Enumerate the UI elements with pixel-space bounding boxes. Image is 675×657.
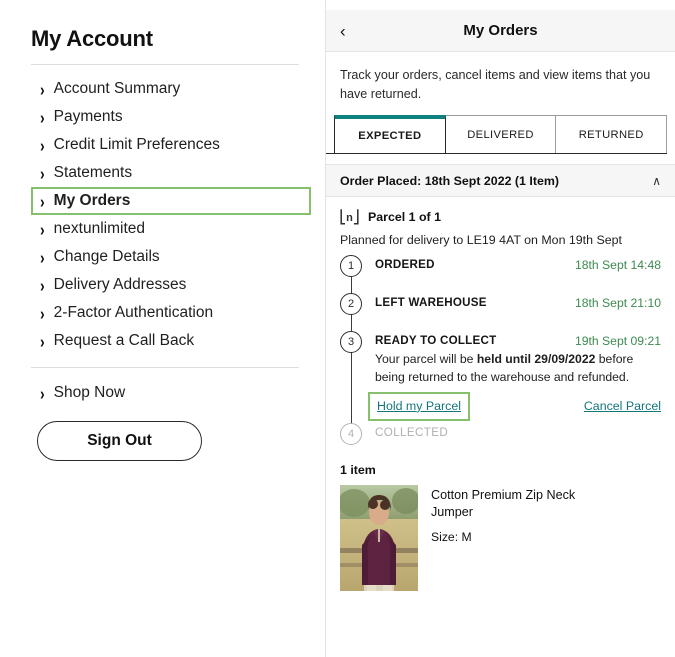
- parcel-header: n Parcel 1 of 1: [340, 208, 661, 225]
- sidebar-item-label: nextunlimited: [53, 220, 145, 237]
- tab-label: RETURNED: [578, 128, 644, 141]
- list-item[interactable]: Cotton Premium Zip Neck Jumper Size: M: [340, 484, 661, 591]
- sidebar-item-label: 2-Factor Authentication: [53, 304, 214, 321]
- sidebar-item-statements[interactable]: › Statements: [31, 159, 311, 187]
- sidebar-item-label: Account Summary: [53, 80, 181, 97]
- product-thumbnail[interactable]: [340, 484, 418, 591]
- sidebar-item-label: My Orders: [53, 192, 131, 209]
- sign-out-button[interactable]: Sign Out: [37, 421, 202, 461]
- step-label: ORDERED: [375, 258, 435, 272]
- order-items-section: 1 item Cotton Premium Zip Neck Jumper Si…: [326, 461, 675, 591]
- chevron-right-icon: ›: [40, 247, 45, 267]
- note-prefix: Your parcel will be: [375, 352, 477, 367]
- orders-tabs: EXPECTED DELIVERED RETURNED: [326, 115, 675, 154]
- sidebar-divider-bottom: [31, 367, 299, 368]
- chevron-right-icon: ›: [40, 275, 45, 295]
- tab-label: DELIVERED: [467, 128, 534, 141]
- sidebar-item-nextunlimited[interactable]: › nextunlimited: [31, 215, 311, 243]
- sidebar-item-payments[interactable]: › Payments: [31, 103, 311, 131]
- app-root: My Account › Account Summary › Payments › Cre…: [0, 0, 675, 657]
- note-bold: held until 29/09/2022: [476, 352, 596, 367]
- panel-title: My Orders: [463, 22, 538, 39]
- tab-expected[interactable]: EXPECTED: [334, 115, 446, 154]
- product-info: Cotton Premium Zip Neck Jumper Size: M: [431, 485, 606, 591]
- hold-note-text: Your parcel will be held until 29/09/202…: [375, 351, 661, 386]
- timeline-step-collected: 4 COLLECTED: [340, 422, 661, 461]
- step-number-badge: 4: [340, 422, 362, 445]
- tabs-baseline: [326, 153, 667, 155]
- chevron-right-icon: ›: [40, 191, 45, 211]
- next-brand-icon: n: [340, 208, 359, 225]
- sidebar-item-label: Credit Limit Preferences: [53, 136, 220, 153]
- chevron-right-icon: ›: [40, 383, 45, 403]
- sidebar-item-change-details[interactable]: › Change Details: [31, 243, 311, 271]
- sidebar-item-label: Change Details: [53, 248, 160, 265]
- sidebar-item-label: Payments: [53, 108, 123, 125]
- svg-text:n: n: [346, 212, 353, 224]
- parcel-block: n Parcel 1 of 1 Planned for delivery to …: [326, 197, 675, 461]
- tab-returned[interactable]: RETURNED: [555, 115, 668, 154]
- chevron-right-icon: ›: [40, 79, 45, 99]
- order-accordion-header[interactable]: Order Placed: 18th Sept 2022 (1 Item) ∧: [326, 164, 675, 198]
- parcel-label: Parcel 1 of 1: [368, 209, 442, 224]
- hold-my-parcel-link[interactable]: Hold my Parcel: [377, 399, 461, 413]
- tracking-timeline: 1 ORDERED 18th Sept 14:48 2 LEFT WAREHOUSE 18…: [340, 255, 661, 461]
- chevron-right-icon: ›: [40, 163, 45, 183]
- my-orders-panel: ‹ My Orders Track your orders, cancel it…: [325, 0, 675, 657]
- tab-delivered[interactable]: DELIVERED: [444, 115, 557, 154]
- sidebar-item-2-factor-authentication[interactable]: › 2-Factor Authentication: [31, 299, 311, 327]
- step-timestamp: 19th Sept 09:21: [574, 334, 661, 349]
- back-arrow-icon[interactable]: ‹: [340, 22, 346, 39]
- planned-delivery-text: Planned for delivery to LE19 4AT on Mon …: [340, 233, 622, 248]
- step-timestamp: 18th Sept 21:10: [574, 296, 661, 311]
- sidebar-item-my-orders[interactable]: › My Orders: [31, 187, 311, 215]
- panel-intro-text: Track your orders, cancel items and view…: [340, 68, 651, 101]
- sidebar-item-label: Request a Call Back: [53, 332, 195, 349]
- product-size: Size: M: [431, 529, 472, 544]
- sidebar-item-request-a-call-back[interactable]: › Request a Call Back: [31, 327, 311, 355]
- sidebar-item-shop-now[interactable]: › Shop Now: [31, 379, 311, 407]
- page-title: My Account: [31, 26, 153, 51]
- account-nav-list: › Account Summary › Payments › Credit Limit P…: [31, 75, 311, 355]
- step-timestamp: 18th Sept 14:48: [574, 258, 661, 273]
- sidebar-item-label: Delivery Addresses: [53, 276, 187, 293]
- items-count-label: 1 item: [340, 462, 376, 477]
- step-label: READY TO COLLECT: [375, 334, 497, 348]
- chevron-right-icon: ›: [40, 331, 45, 351]
- sidebar-item-account-summary[interactable]: › Account Summary: [31, 75, 311, 103]
- sidebar-item-delivery-addresses[interactable]: › Delivery Addresses: [31, 271, 311, 299]
- account-sidebar: My Account › Account Summary › Payments › Cre…: [0, 0, 325, 657]
- step-label: LEFT WAREHOUSE: [375, 296, 487, 310]
- sidebar-item-label: Shop Now: [53, 384, 126, 401]
- timeline-step-ready-to-collect: 3 READY TO COLLECT 19th Sept 09:21 Your par…: [340, 331, 661, 421]
- panel-header: ‹ My Orders: [326, 10, 675, 52]
- timeline-step-left-warehouse: 2 LEFT WAREHOUSE 18th Sept 21:10: [340, 293, 661, 331]
- sidebar-item-label: Statements: [53, 164, 133, 181]
- chevron-right-icon: ›: [40, 135, 45, 155]
- product-name: Cotton Premium Zip Neck Jumper: [431, 487, 576, 519]
- chevron-right-icon: ›: [40, 219, 45, 239]
- step-number-badge: 1: [340, 255, 362, 278]
- cancel-parcel-link[interactable]: Cancel Parcel: [584, 399, 661, 413]
- chevron-right-icon: ›: [40, 303, 45, 323]
- tab-label: EXPECTED: [358, 130, 422, 143]
- sidebar-divider-top: [31, 64, 299, 65]
- timeline-step-ordered: 1 ORDERED 18th Sept 14:48: [340, 255, 661, 293]
- sidebar-item-credit-limit-preferences[interactable]: › Credit Limit Preferences: [31, 131, 311, 159]
- chevron-right-icon: ›: [40, 107, 45, 127]
- step-number-badge: 2: [340, 293, 362, 316]
- chevron-up-icon[interactable]: ∧: [652, 175, 661, 187]
- order-placed-label: Order Placed: 18th Sept 2022 (1 Item): [340, 173, 559, 188]
- step-label: COLLECTED: [375, 425, 449, 439]
- step-number-badge: 3: [340, 331, 362, 354]
